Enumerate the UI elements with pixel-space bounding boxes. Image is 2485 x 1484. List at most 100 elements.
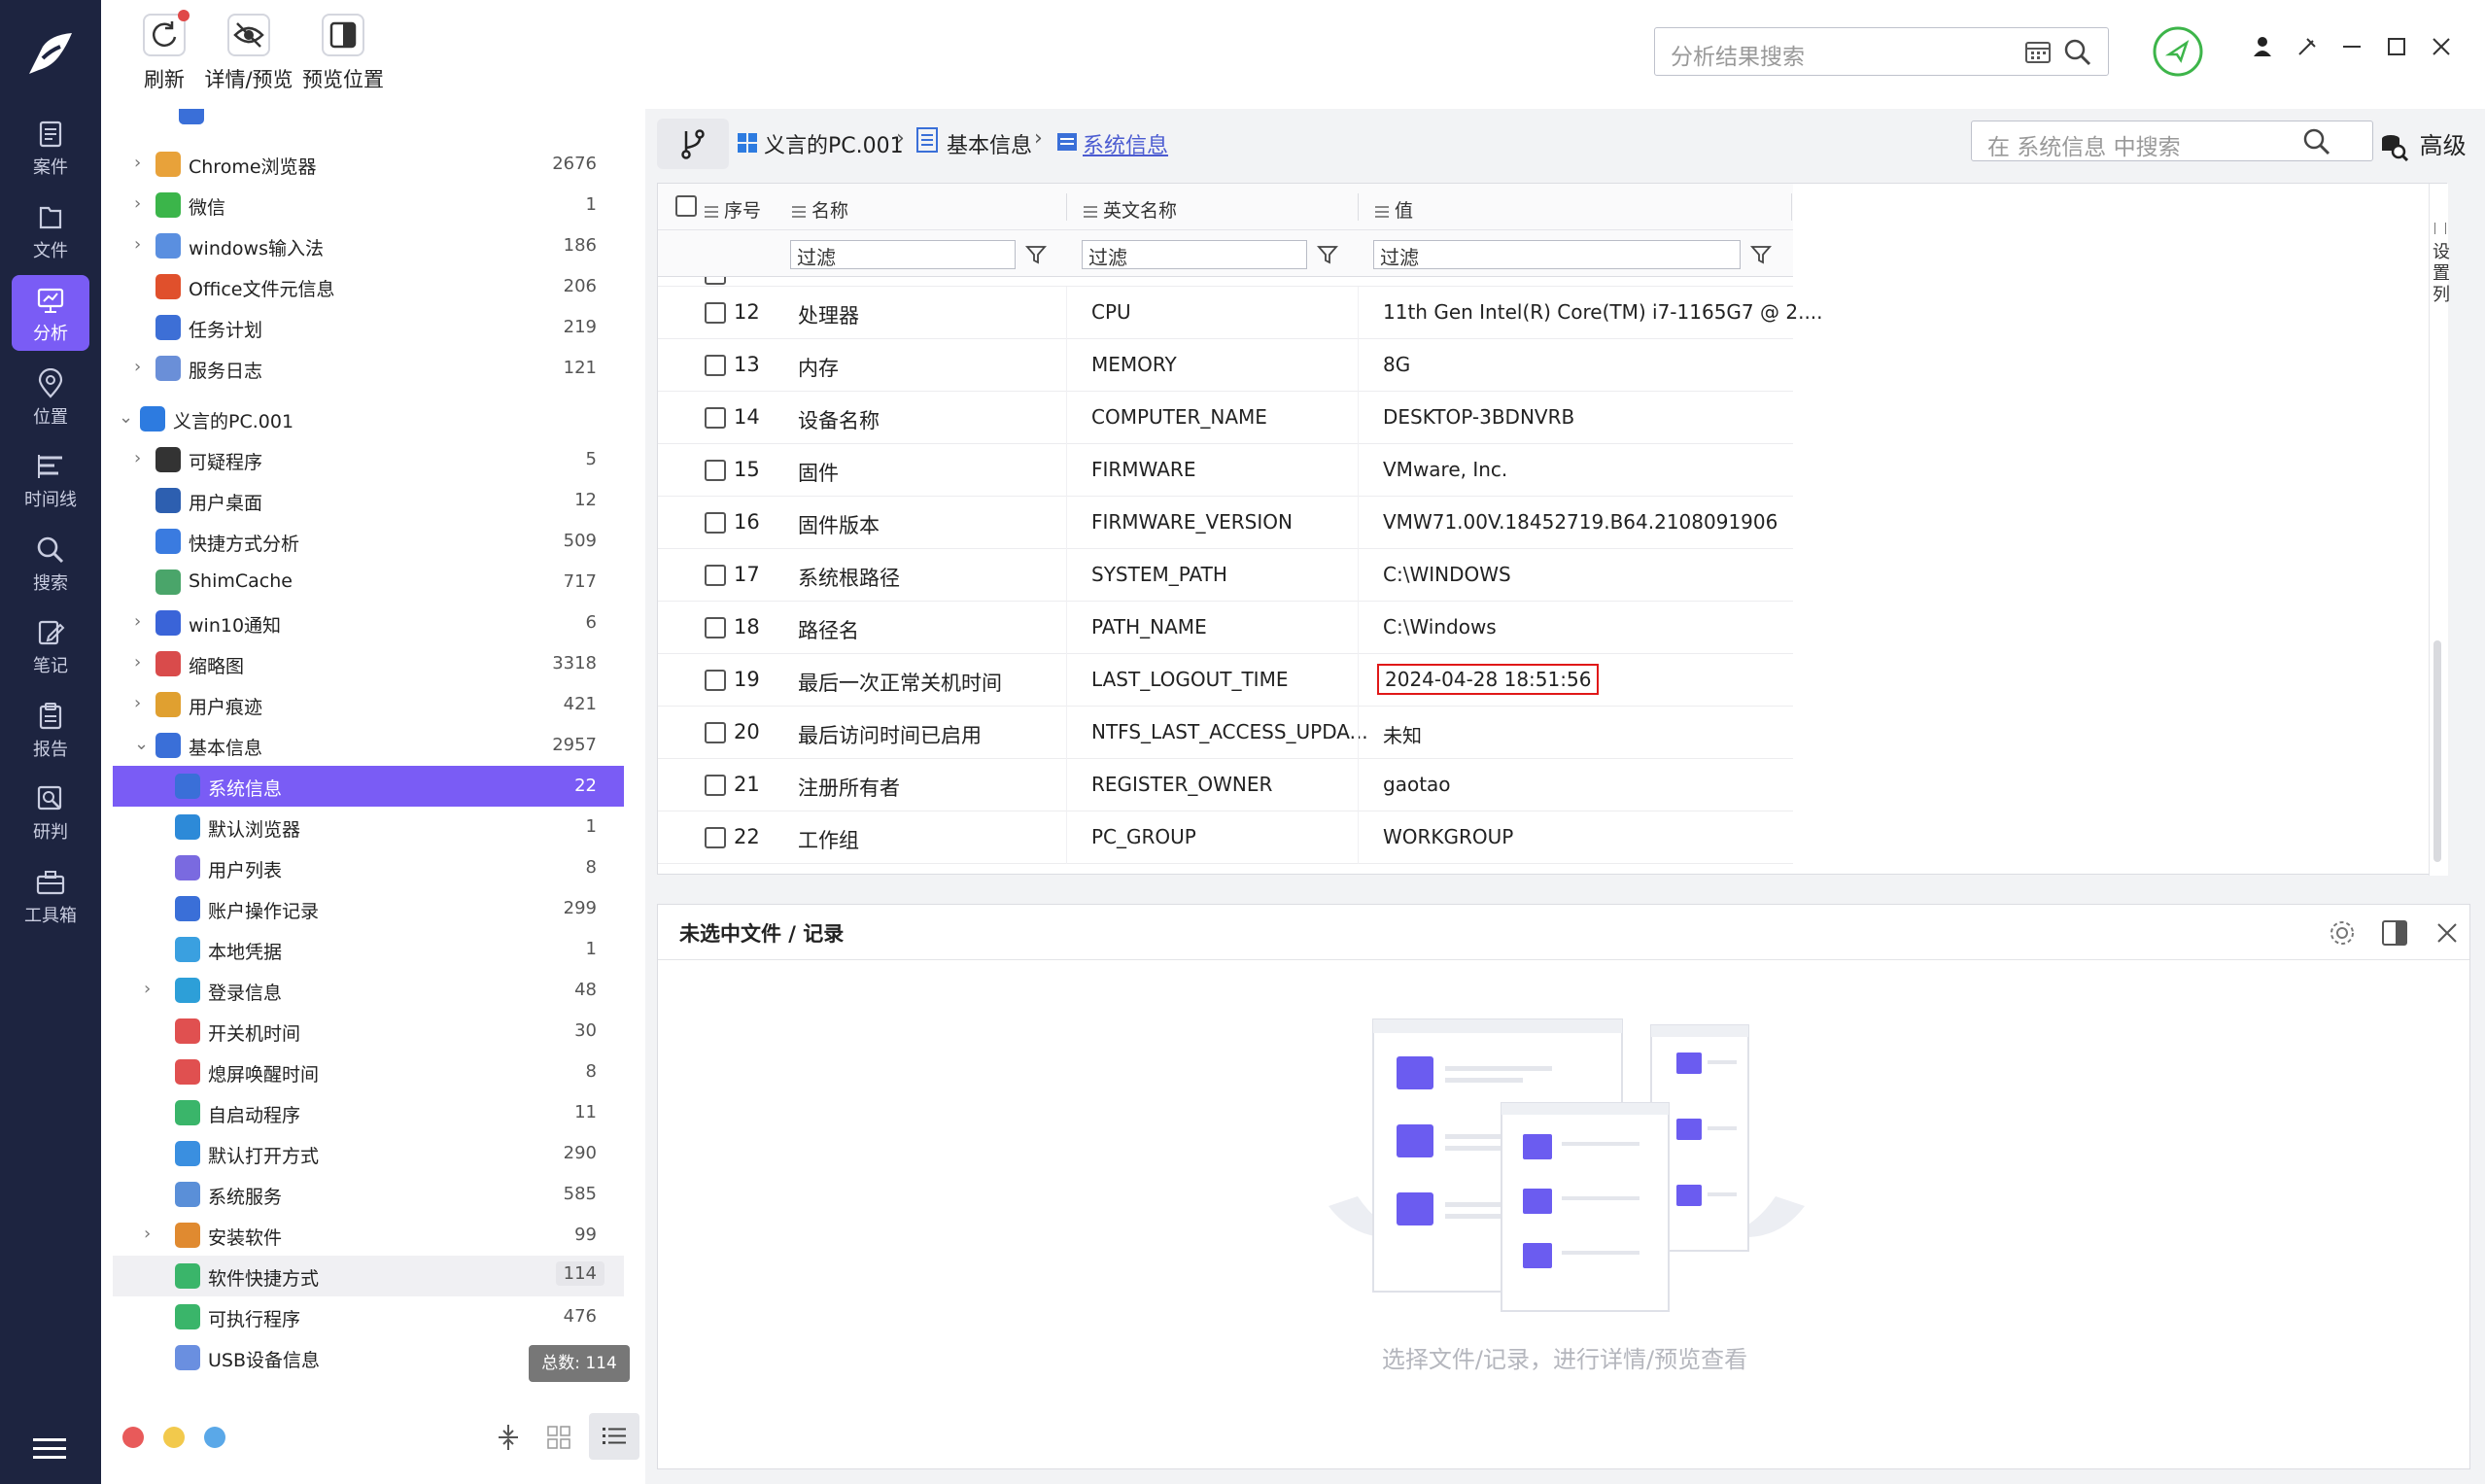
tree-item[interactable]: › Chrome浏览器 2676 <box>101 144 624 185</box>
column-settings-button[interactable]: 设置列 <box>2433 223 2450 306</box>
filter-icon[interactable] <box>1317 244 1338 265</box>
filter-icon[interactable] <box>1750 244 1772 265</box>
tree-item[interactable]: › 缩略图 3318 <box>101 643 624 684</box>
tree-item[interactable]: 开关机时间 30 <box>101 1011 624 1052</box>
column-header-index[interactable]: 序号 <box>705 196 761 223</box>
row-checkbox[interactable] <box>705 355 726 376</box>
tree-item[interactable]: ⌄ 义言的PC.001 <box>101 398 624 439</box>
detail-preview-button[interactable]: 详情/预览 <box>202 10 295 99</box>
panel-toggle-icon[interactable] <box>2380 918 2409 948</box>
tree-item[interactable]: › 微信 1 <box>101 185 624 225</box>
search-icon[interactable] <box>2302 127 2331 156</box>
table-row[interactable]: 20 最后访问时间已启用 NTFS_LAST_ACCESS_UPDA... 未知 <box>658 707 1793 759</box>
list-view-button[interactable] <box>589 1413 639 1460</box>
table-row[interactable]: 17 系统根路径 SYSTEM_PATH C:\WINDOWS <box>658 549 1793 602</box>
chevron-right-icon[interactable]: › <box>134 695 150 712</box>
table-scrollbar-thumb[interactable] <box>2433 640 2441 862</box>
calendar-icon[interactable] <box>2024 38 2054 65</box>
chevron-right-icon[interactable]: › <box>134 654 150 672</box>
chevron-right-icon[interactable]: › <box>144 1225 159 1243</box>
name-filter-input[interactable]: 过滤 <box>790 240 1016 269</box>
column-header-name[interactable]: 名称 <box>792 196 848 223</box>
tree-item[interactable]: 默认浏览器 1 <box>101 807 624 847</box>
search-icon[interactable] <box>2063 38 2092 67</box>
nav-item-case[interactable]: 案件 <box>12 109 89 185</box>
tree-item[interactable]: 可执行程序 476 <box>101 1296 624 1337</box>
tree-item[interactable]: › 登录信息 48 <box>101 970 624 1011</box>
nav-item-timeline[interactable]: 时间线 <box>12 441 89 517</box>
tree-item[interactable]: › 用户痕迹 421 <box>101 684 624 725</box>
tree-item[interactable]: › 可疑程序 5 <box>101 439 624 480</box>
row-checkbox[interactable] <box>705 722 726 743</box>
table-row[interactable]: 19 最后一次正常关机时间 LAST_LOGOUT_TIME 2024-04-28 1… <box>658 654 1793 707</box>
refresh-button[interactable]: 刷新 <box>130 10 198 99</box>
tree-item[interactable]: ⌄ 基本信息 2957 <box>101 725 624 766</box>
chevron-down-icon[interactable]: ⌄ <box>134 736 150 753</box>
grid-view-icon[interactable] <box>546 1425 571 1450</box>
tree-item[interactable]: 本地凭据 1 <box>101 929 624 970</box>
table-row[interactable]: 18 路径名 PATH_NAME C:\Windows <box>658 602 1793 654</box>
table-row[interactable]: 12 处理器 CPU 11th Gen Intel(R) Core(TM) i7-11… <box>658 287 1823 339</box>
table-search-input[interactable]: 在 系统信息 中搜索 <box>1971 121 2373 161</box>
nav-item-note[interactable]: 笔记 <box>12 607 89 683</box>
row-checkbox[interactable] <box>705 460 726 481</box>
chevron-down-icon[interactable]: ⌄ <box>119 409 134 427</box>
tree-item[interactable]: 软件快捷方式 114 <box>113 1256 624 1296</box>
table-row[interactable]: 15 固件 FIRMWARE VMware, Inc. <box>658 444 1793 497</box>
table-row[interactable]: 16 固件版本 FIRMWARE_VERSION VMW71.00V.18452719… <box>658 497 1793 549</box>
tree-item[interactable]: › win10通知 6 <box>101 603 624 643</box>
close-icon[interactable] <box>2428 33 2455 60</box>
tree-item[interactable]: 任务计划 219 <box>101 307 624 348</box>
tree-item[interactable]: Office文件元信息 206 <box>101 266 624 307</box>
row-checkbox[interactable] <box>705 827 726 848</box>
tree-item[interactable]: 用户桌面 12 <box>101 480 624 521</box>
analysis-search-input[interactable]: 分析结果搜索 <box>1654 27 2109 76</box>
menu-icon[interactable] <box>33 1436 66 1462</box>
collapse-all-icon[interactable] <box>496 1423 521 1452</box>
tree-item[interactable]: 账户操作记录 299 <box>101 888 624 929</box>
nav-item-file[interactable]: 文件 <box>12 192 89 268</box>
nav-item-report[interactable]: 报告 <box>12 691 89 767</box>
chevron-right-icon[interactable]: › <box>144 981 159 998</box>
tree-item[interactable]: › windows输入法 186 <box>101 225 624 266</box>
table-row[interactable]: 13 内存 MEMORY 8G <box>658 339 1793 392</box>
value-filter-input[interactable]: 过滤 <box>1373 240 1741 269</box>
filter-icon[interactable] <box>1025 244 1047 265</box>
send-status-icon[interactable] <box>2152 25 2204 78</box>
tree-item-selected[interactable]: 系统信息 22 <box>113 766 624 807</box>
breadcrumb-pc[interactable]: 义言的PC.001 <box>764 128 904 159</box>
branch-button[interactable] <box>657 119 729 169</box>
nav-item-analysis[interactable]: 分析 <box>12 275 89 351</box>
minimize-icon[interactable] <box>2338 33 2365 60</box>
chevron-right-icon[interactable]: › <box>134 359 150 376</box>
row-checkbox[interactable] <box>705 617 726 638</box>
tree-item[interactable]: 自启动程序 11 <box>101 1092 624 1133</box>
tree-item[interactable]: › 服务日志 121 <box>101 348 624 389</box>
chevron-right-icon[interactable]: › <box>134 613 150 631</box>
row-checkbox[interactable] <box>705 670 726 691</box>
table-row[interactable]: 14 设备名称 COMPUTER_NAME DESKTOP-3BDNVRB <box>658 392 1793 444</box>
chevron-right-icon[interactable]: › <box>134 450 150 467</box>
row-checkbox[interactable] <box>705 775 726 796</box>
chevron-right-icon[interactable]: › <box>134 236 150 254</box>
row-checkbox[interactable] <box>705 512 726 534</box>
settings-icon[interactable] <box>2328 918 2357 948</box>
tree-item[interactable]: 快捷方式分析 509 <box>101 521 624 562</box>
nav-item-location[interactable]: 位置 <box>12 359 89 434</box>
close-icon[interactable] <box>2433 918 2462 948</box>
select-all-checkbox[interactable] <box>675 195 697 217</box>
tree-item[interactable]: 默认打开方式 290 <box>101 1133 624 1174</box>
breadcrumb-basic-info[interactable]: 基本信息 <box>947 128 1032 159</box>
row-checkbox[interactable] <box>705 565 726 586</box>
tree-item[interactable]: › 安装软件 99 <box>101 1215 624 1256</box>
table-row[interactable]: 21 注册所有者 REGISTER_OWNER gaotao <box>658 759 1793 811</box>
tree-item[interactable]: ShimCache 717 <box>101 562 624 603</box>
pin-icon[interactable] <box>2294 33 2321 60</box>
english-name-filter-input[interactable]: 过滤 <box>1082 240 1307 269</box>
nav-item-search[interactable]: 搜索 <box>12 525 89 601</box>
table-row[interactable]: 22 工作组 PC_GROUP WORKGROUP <box>658 811 1793 864</box>
chevron-right-icon[interactable]: › <box>134 195 150 213</box>
maximize-icon[interactable] <box>2383 33 2410 60</box>
row-checkbox[interactable] <box>705 302 726 324</box>
user-icon[interactable] <box>2249 33 2276 60</box>
